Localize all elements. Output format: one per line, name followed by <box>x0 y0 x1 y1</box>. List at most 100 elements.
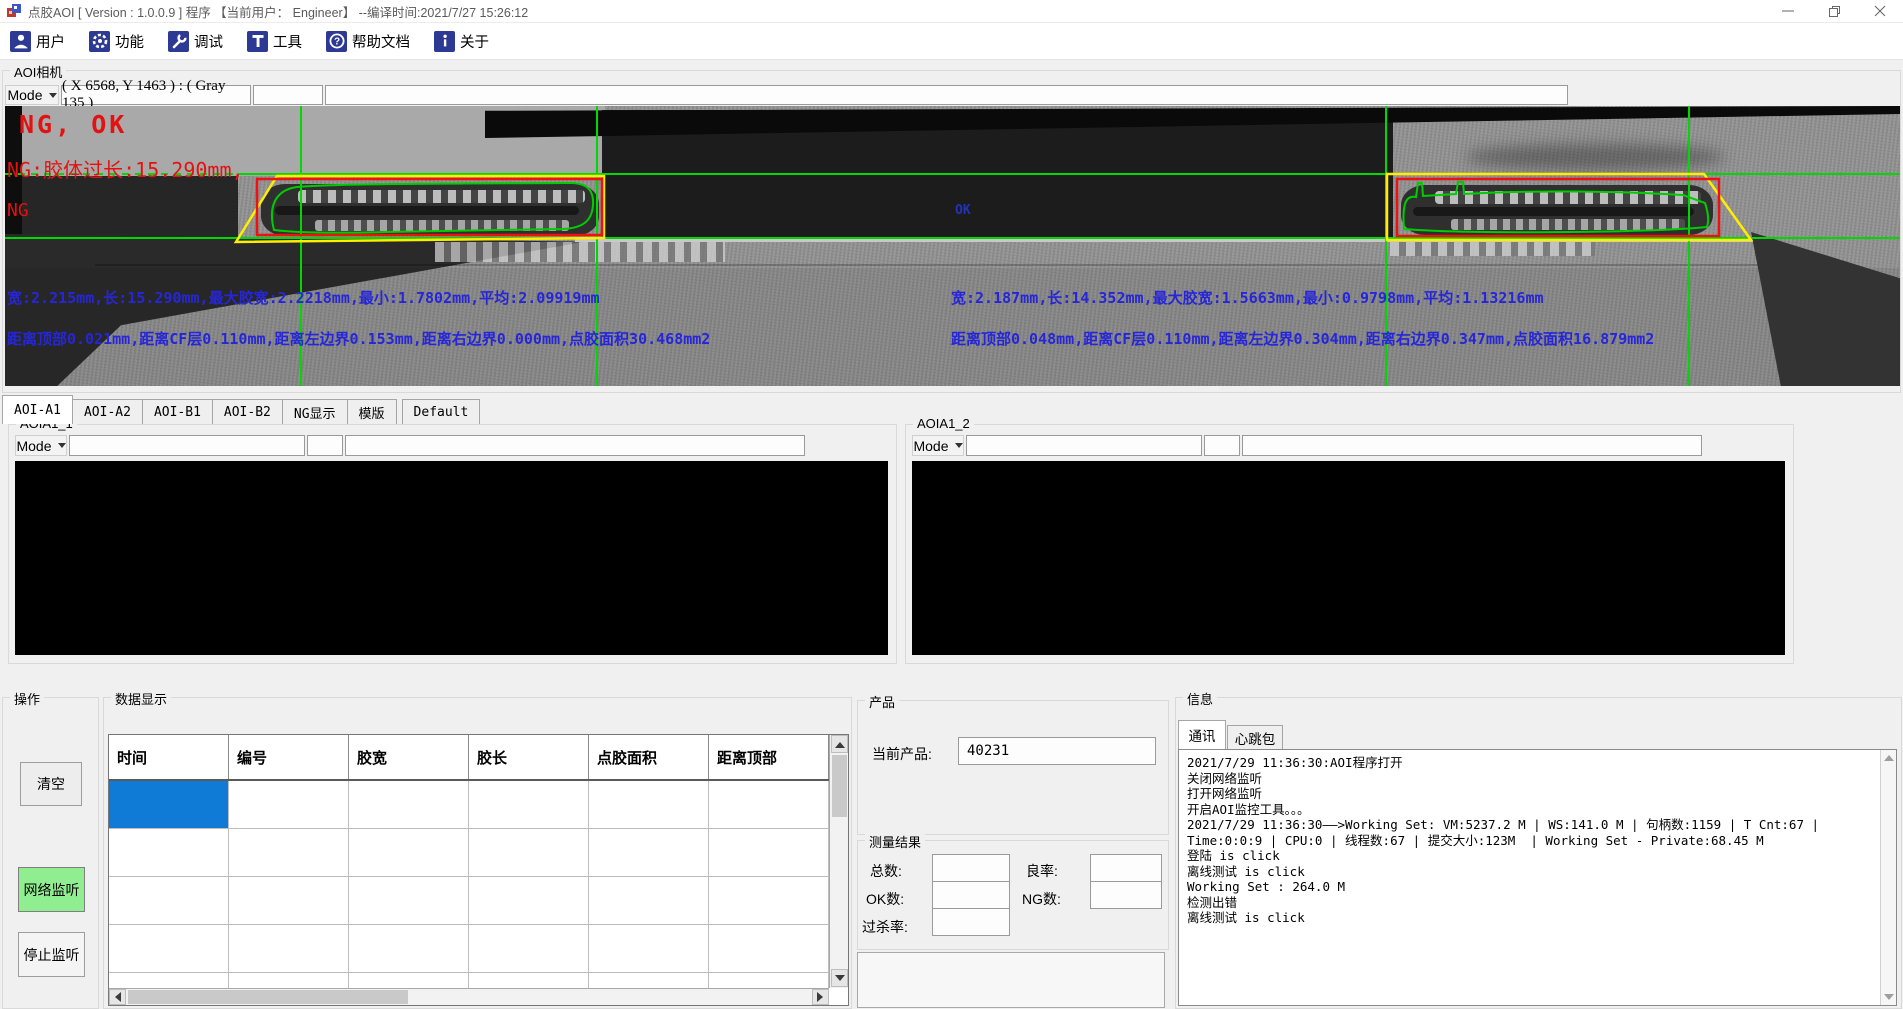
table-cell[interactable] <box>349 781 469 829</box>
tab-aoi-b1[interactable]: AOI-B1 <box>142 399 213 424</box>
column-header-glue-area[interactable]: 点胶面积 <box>589 735 709 779</box>
column-header-time[interactable]: 时间 <box>109 735 229 779</box>
restore-button[interactable] <box>1811 0 1857 22</box>
camera-group-label: AOI相机 <box>10 62 66 81</box>
table-cell[interactable] <box>589 925 709 973</box>
tab-template[interactable]: 模版 <box>347 399 397 424</box>
yield-field <box>1090 854 1162 882</box>
panel2-mode-dropdown[interactable]: Mode <box>912 435 964 456</box>
main-toolbar: 用户 功能 调试 工具 ? 帮助文档 <box>0 23 1903 60</box>
table-cell[interactable] <box>469 925 589 973</box>
log-vertical-scrollbar[interactable] <box>1880 750 1897 1005</box>
column-header-id[interactable]: 编号 <box>229 735 349 779</box>
table-cell[interactable] <box>709 829 829 877</box>
tab-ng-display[interactable]: NG显示 <box>282 399 348 424</box>
toolbar-item-about[interactable]: 关于 <box>434 31 489 52</box>
data-table: 时间 编号 胶宽 胶长 点胶面积 距离顶部 <box>108 734 849 1006</box>
column-header-glue-width[interactable]: 胶宽 <box>349 735 469 779</box>
table-cell[interactable] <box>229 781 349 829</box>
info-group-label: 信息 <box>1183 689 1217 708</box>
table-cell[interactable] <box>349 829 469 877</box>
scrollbar-thumb[interactable] <box>128 990 408 1004</box>
toolbar-item-label: 关于 <box>460 31 489 52</box>
table-cell[interactable] <box>349 877 469 925</box>
table-cell[interactable] <box>709 877 829 925</box>
tab-heartbeat[interactable]: 心跳包 <box>1227 725 1283 749</box>
tab-aoi-a2[interactable]: AOI-A2 <box>72 399 143 424</box>
toolbar-item-debug[interactable]: 调试 <box>168 31 223 52</box>
ok-count-label: OK数: <box>866 889 904 909</box>
scroll-right-button[interactable] <box>812 989 829 1005</box>
table-row[interactable] <box>109 829 829 877</box>
table-cell[interactable] <box>229 877 349 925</box>
scrollbar-thumb[interactable] <box>832 755 847 817</box>
table-cell[interactable] <box>589 829 709 877</box>
scroll-down-button[interactable] <box>831 969 848 987</box>
tab-aoi-b2[interactable]: AOI-B2 <box>212 399 283 424</box>
toolbar-item-label: 调试 <box>194 31 223 52</box>
panel2-field-1[interactable] <box>966 435 1202 456</box>
panel1-field-2[interactable] <box>307 435 343 456</box>
log-line: 开启AOI监控工具。。。 <box>1187 802 1888 818</box>
table-horizontal-scrollbar[interactable] <box>109 988 829 1005</box>
log-line: 离线测试 is click <box>1187 910 1888 926</box>
table-cell[interactable] <box>709 925 829 973</box>
network-listen-button[interactable]: 网络监听 <box>18 867 85 912</box>
tab-communication[interactable]: 通讯 <box>1178 720 1226 749</box>
camera-field-3[interactable] <box>325 85 1568 105</box>
table-vertical-scrollbar[interactable] <box>829 735 848 988</box>
overkill-label: 过杀率: <box>862 917 908 937</box>
clear-button[interactable]: 清空 <box>20 762 82 806</box>
panel2-field-3[interactable] <box>1242 435 1702 456</box>
current-product-field[interactable]: 40231 <box>958 737 1156 765</box>
scroll-left-button[interactable] <box>109 989 126 1005</box>
tab-default[interactable]: Default <box>402 399 481 424</box>
selected-cell[interactable] <box>109 781 229 829</box>
gear-icon <box>89 31 110 52</box>
table-cell[interactable] <box>469 781 589 829</box>
toolbar-item-tools[interactable]: 工具 <box>247 31 302 52</box>
table-header-row: 时间 编号 胶宽 胶长 点胶面积 距离顶部 <box>109 735 829 781</box>
toolbar-item-help[interactable]: ? 帮助文档 <box>326 31 410 52</box>
table-row[interactable] <box>109 781 829 829</box>
table-cell[interactable] <box>109 829 229 877</box>
triangle-up-icon <box>835 737 845 748</box>
camera-field-2[interactable] <box>253 85 323 105</box>
current-product-value: 40231 <box>967 743 1009 759</box>
stop-listen-button[interactable]: 停止监听 <box>18 932 85 977</box>
left-stats-line2: 距离顶部0.021mm,距离CF层0.110mm,距离左边界0.153mm,距离… <box>7 328 710 349</box>
ng-count-field <box>1090 881 1162 909</box>
camera-coordinate-field[interactable]: ( X 6568, Y 1463 ) : ( Gray 135 ) <box>61 85 251 105</box>
table-cell[interactable] <box>229 925 349 973</box>
panel2-mode-label: Mode <box>913 438 948 454</box>
scroll-up-button[interactable] <box>831 735 848 753</box>
toolbar-item-user[interactable]: 用户 <box>10 31 65 52</box>
table-cell[interactable] <box>229 829 349 877</box>
toolbar-item-functions[interactable]: 功能 <box>89 31 144 52</box>
column-header-distance-top[interactable]: 距离顶部 <box>709 735 829 779</box>
log-line: 2021/7/29 11:36:30:AOI程序打开 <box>1187 755 1888 771</box>
panel1-field-3[interactable] <box>345 435 805 456</box>
table-cell[interactable] <box>469 877 589 925</box>
triangle-up-icon <box>1884 750 1894 761</box>
table-cell[interactable] <box>589 781 709 829</box>
table-cell[interactable] <box>589 877 709 925</box>
panel1-field-1[interactable] <box>69 435 305 456</box>
table-cell[interactable] <box>469 829 589 877</box>
table-cell[interactable] <box>709 781 829 829</box>
table-row[interactable] <box>109 877 829 925</box>
table-cell[interactable] <box>349 925 469 973</box>
data-display-group: 数据显示 时间 编号 胶宽 胶长 点胶面积 距离顶部 <box>103 697 852 1009</box>
table-cell[interactable] <box>109 877 229 925</box>
table-cell[interactable] <box>109 925 229 973</box>
panel2-field-2[interactable] <box>1204 435 1240 456</box>
tab-aoi-a1[interactable]: AOI-A1 <box>2 395 73 424</box>
column-header-glue-length[interactable]: 胶长 <box>469 735 589 779</box>
minimize-button[interactable] <box>1765 0 1811 22</box>
wrench-icon <box>168 31 189 52</box>
table-row[interactable] <box>109 925 829 973</box>
camera-mode-dropdown[interactable]: Mode <box>5 85 59 105</box>
close-button[interactable] <box>1857 0 1903 22</box>
panel1-mode-dropdown[interactable]: Mode <box>15 435 67 456</box>
toolbar-item-label: 用户 <box>36 31 65 52</box>
